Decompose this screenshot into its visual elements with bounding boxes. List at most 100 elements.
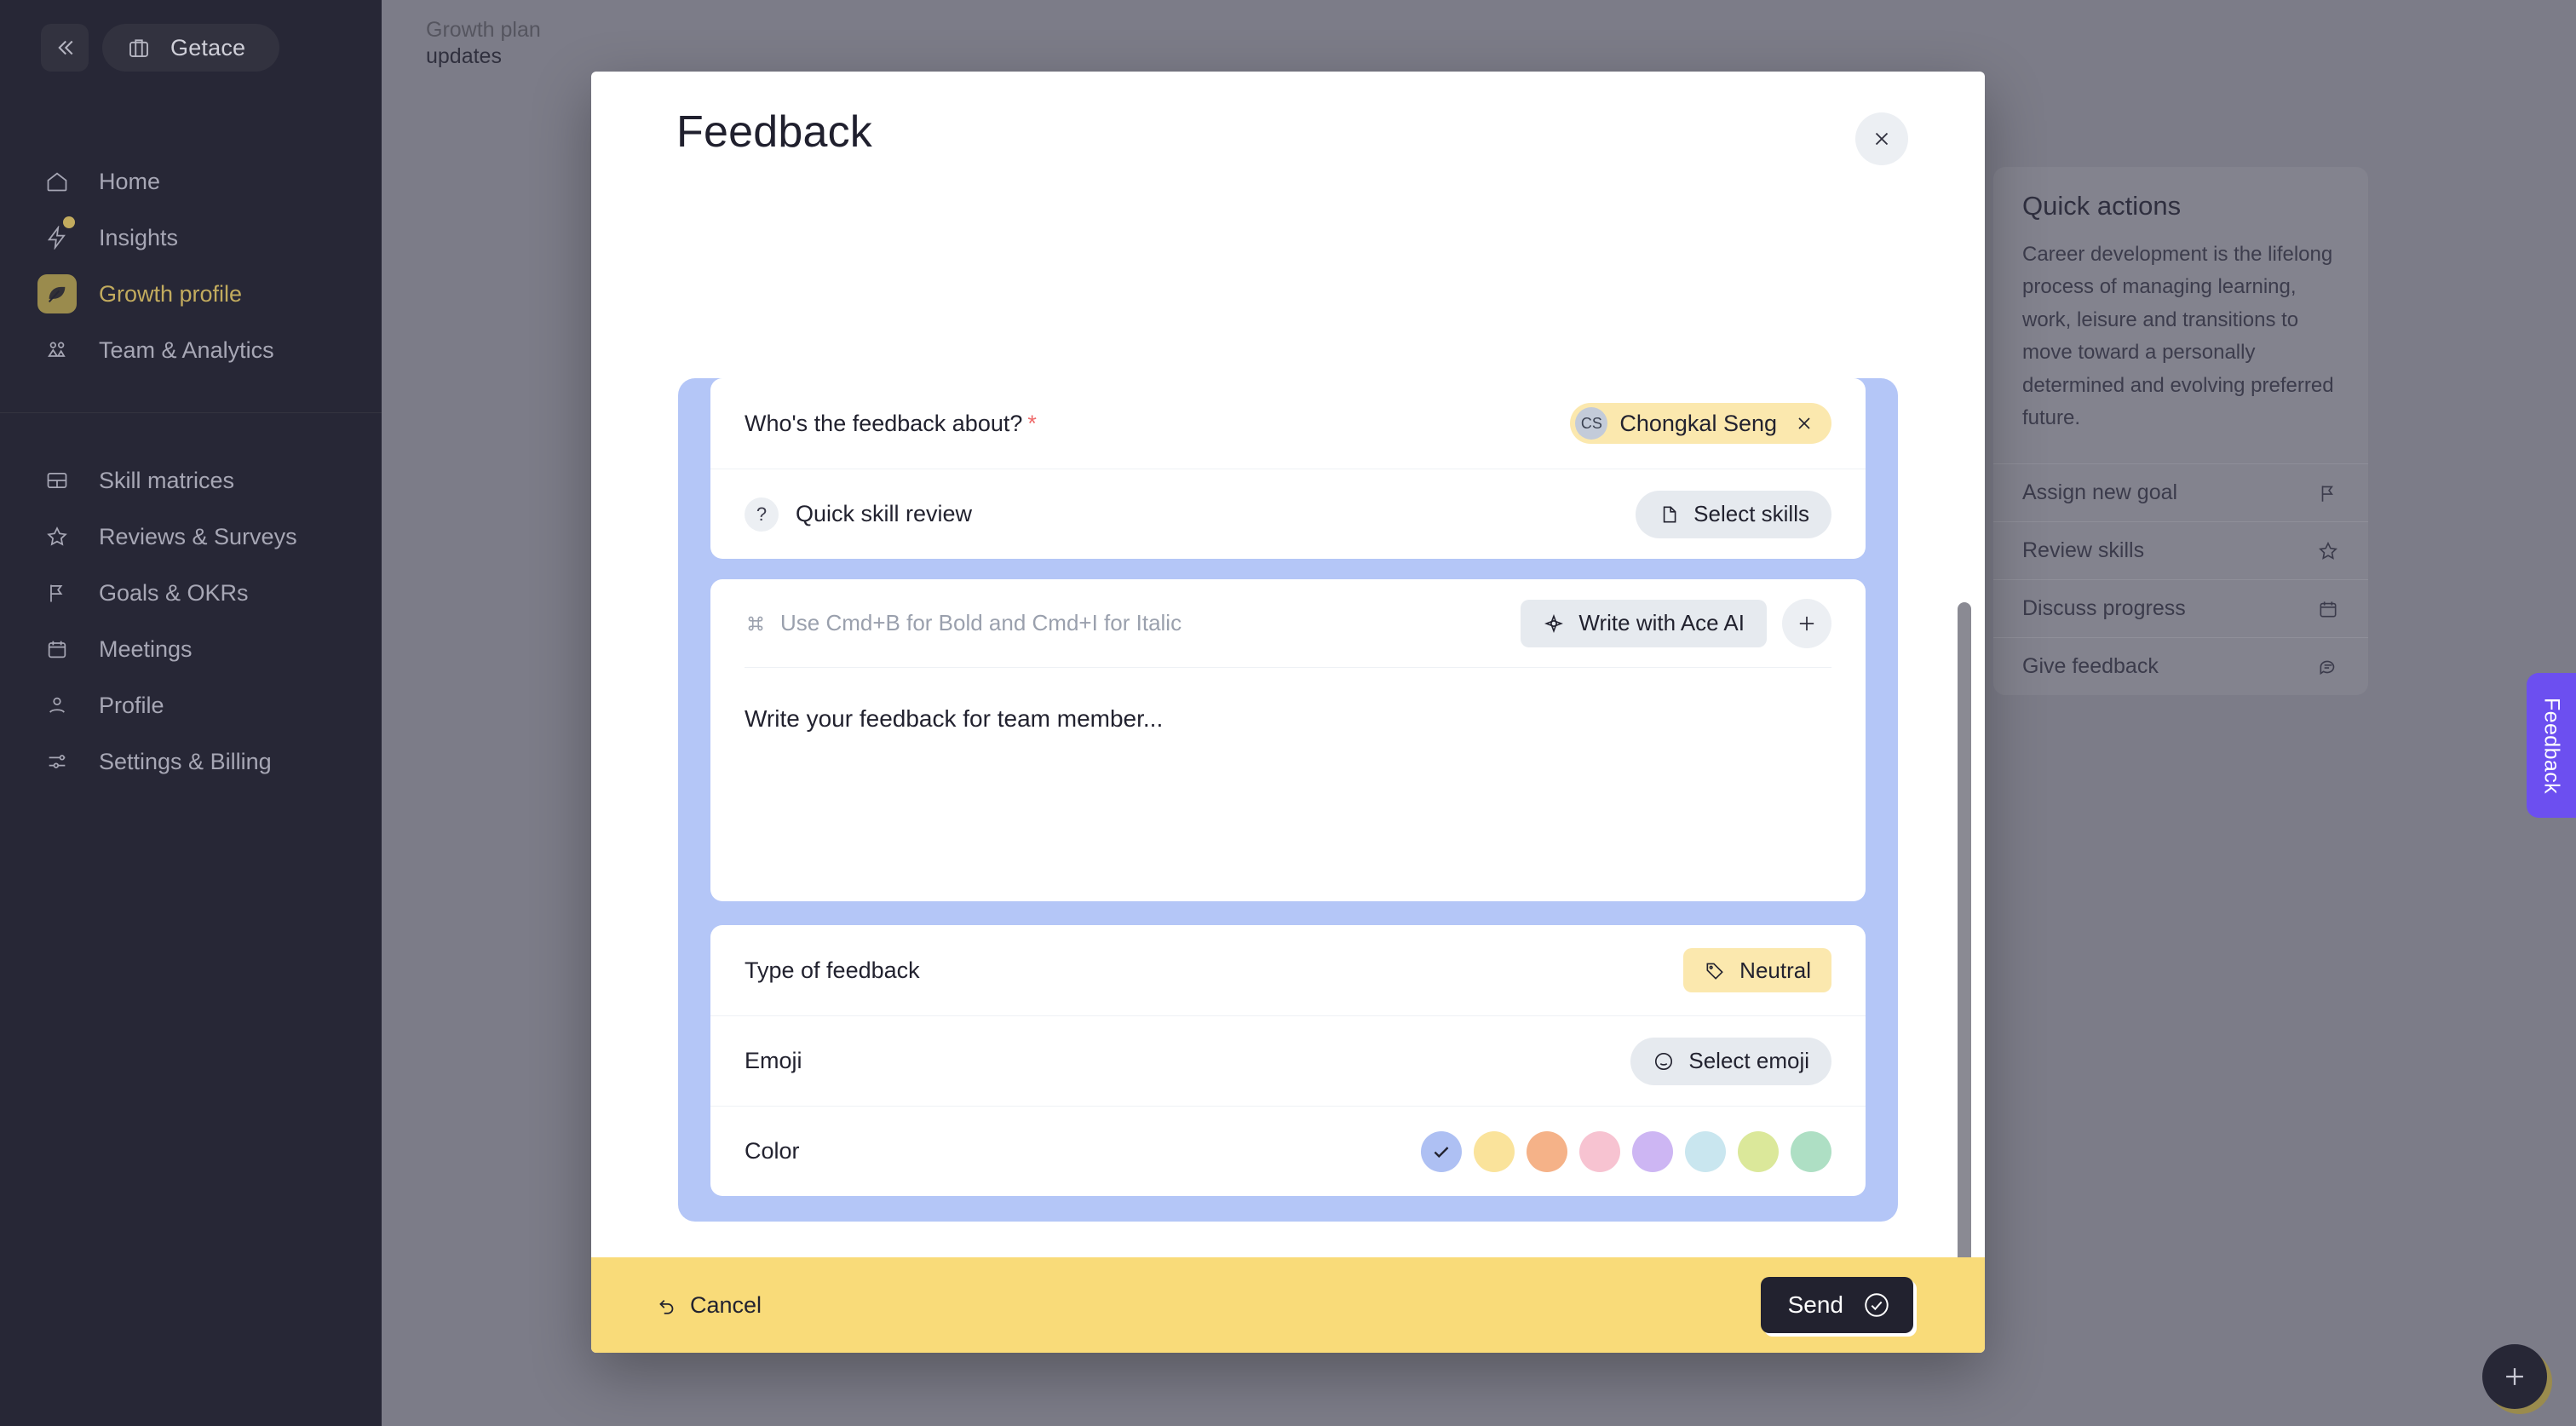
sidebar-item-goals-okrs[interactable]: Goals & OKRs: [0, 565, 382, 621]
modal-scrollbar[interactable]: [1958, 602, 1971, 1257]
sidebar-collapse-button[interactable]: [41, 24, 89, 72]
sidebar-secondary-nav: Skill matrices Reviews & Surveys Goals &…: [0, 452, 382, 790]
sidebar-item-label: Growth profile: [99, 280, 243, 307]
check-icon: [1430, 1141, 1452, 1163]
quick-action-discuss-progress[interactable]: Discuss progress: [1993, 579, 2368, 637]
sidebar-divider: [0, 412, 382, 413]
cancel-button[interactable]: Cancel: [656, 1292, 762, 1319]
sidebar-item-meetings[interactable]: Meetings: [0, 621, 382, 677]
color-swatch-0[interactable]: [1421, 1130, 1462, 1172]
chevrons-left-icon: [52, 35, 78, 60]
write-with-ai-button[interactable]: Write with Ace AI: [1521, 599, 1767, 647]
modal-title: Feedback: [676, 107, 872, 157]
floating-add-button[interactable]: [2482, 1344, 2547, 1409]
sliders-icon: [37, 742, 77, 781]
sidebar-item-label: Reviews & Surveys: [99, 523, 297, 549]
quick-skill-review-row: ? Quick skill review Select skills: [710, 469, 1866, 559]
feedback-text-input[interactable]: Write your feedback for team member...: [745, 668, 1831, 733]
star-icon: [37, 517, 77, 556]
smiley-icon: [1653, 1050, 1675, 1072]
quick-skill-review-label-group: ? Quick skill review: [745, 497, 972, 532]
feedback-meta-card: Type of feedback Neutral Emoji Select em…: [710, 925, 1866, 1196]
color-row: Color: [710, 1106, 1866, 1196]
sidebar-item-team-analytics[interactable]: Team & Analytics: [0, 322, 382, 378]
remove-person-icon[interactable]: [1794, 413, 1814, 434]
type-of-feedback-text: Neutral: [1739, 957, 1811, 983]
editor-toolbar: Use Cmd+B for Bold and Cmd+I for Italic …: [745, 579, 1831, 668]
editor-hint-text: Use Cmd+B for Bold and Cmd+I for Italic: [780, 610, 1182, 635]
brand-button[interactable]: Getace: [102, 24, 280, 72]
layout-icon: [37, 461, 77, 500]
modal-footer: Cancel Send: [591, 1257, 1985, 1353]
quick-action-label: Review skills: [2022, 538, 2145, 563]
quick-actions-description: Career development is the lifelong proce…: [2022, 243, 2334, 429]
flag-icon: [2317, 482, 2339, 504]
feedback-side-tab-label: Feedback: [2539, 697, 2564, 794]
select-emoji-button[interactable]: Select emoji: [1630, 1037, 1831, 1085]
sidebar-item-profile[interactable]: Profile: [0, 677, 382, 733]
quick-action-review-skills[interactable]: Review skills: [1993, 521, 2368, 579]
brand-name: Getace: [170, 34, 246, 60]
color-swatch-4[interactable]: [1632, 1130, 1673, 1172]
plus-icon: [1795, 612, 1819, 635]
undo-icon: [656, 1294, 678, 1316]
select-skills-button[interactable]: Select skills: [1636, 490, 1831, 538]
color-swatch-1[interactable]: [1474, 1130, 1515, 1172]
modal-close-button[interactable]: [1855, 112, 1908, 165]
breadcrumb-line-1: Growth plan: [426, 18, 541, 42]
required-marker: *: [1027, 410, 1037, 436]
color-swatch-6[interactable]: [1738, 1130, 1779, 1172]
calendar-icon: [2317, 598, 2339, 620]
sidebar-item-label: Settings & Billing: [99, 748, 272, 774]
color-swatch-3[interactable]: [1579, 1130, 1620, 1172]
color-swatch-2[interactable]: [1527, 1130, 1567, 1172]
sidebar-primary-nav: Home Insights Growth profile Team & Anal…: [0, 153, 382, 378]
color-swatch-5[interactable]: [1685, 1130, 1726, 1172]
sidebar-item-label: Goals & OKRs: [99, 579, 249, 606]
selected-person-chip[interactable]: CS Chongkal Seng: [1570, 403, 1831, 444]
sidebar-item-label: Profile: [99, 692, 164, 718]
briefcase-icon: [126, 35, 152, 60]
notification-dot: [63, 216, 75, 228]
sidebar-item-settings-billing[interactable]: Settings & Billing: [0, 733, 382, 790]
message-icon: [2317, 656, 2339, 678]
cancel-label: Cancel: [690, 1291, 762, 1318]
sidebar-item-label: Home: [99, 168, 161, 194]
leaf-icon: [37, 274, 77, 313]
editor-shortcut-hint: Use Cmd+B for Bold and Cmd+I for Italic: [745, 610, 1182, 636]
sidebar-item-label: Insights: [99, 224, 179, 250]
emoji-label: Emoji: [745, 1048, 802, 1073]
quick-actions-title: Quick actions: [2022, 191, 2182, 221]
sidebar-header: Getace: [0, 0, 382, 72]
feedback-modal: Feedback Who's the feedback about?* CS: [591, 72, 1985, 1353]
user-icon: [37, 686, 77, 725]
sidebar-item-home[interactable]: Home: [0, 153, 382, 210]
row-label-text: Who's the feedback about?: [745, 410, 1023, 436]
left-sidebar: Getace Home Insights Growth profile Team…: [0, 0, 382, 1426]
quick-action-give-feedback[interactable]: Give feedback: [1993, 637, 2368, 695]
sparkle-icon: [1543, 612, 1565, 635]
sidebar-item-skill-matrices[interactable]: Skill matrices: [0, 452, 382, 509]
modal-header: Feedback: [591, 72, 1985, 193]
type-of-feedback-row: Type of feedback Neutral: [710, 925, 1866, 1015]
feedback-side-tab[interactable]: Feedback: [2527, 673, 2576, 818]
sidebar-item-reviews-surveys[interactable]: Reviews & Surveys: [0, 509, 382, 565]
tag-icon: [1704, 959, 1726, 981]
who-is-feedback-about-label: Who's the feedback about? *: [745, 411, 1037, 437]
quick-action-assign-new-goal[interactable]: Assign new goal: [1993, 463, 2368, 521]
plus-icon: [2500, 1362, 2529, 1391]
users-icon: [37, 331, 77, 370]
sidebar-item-insights[interactable]: Insights: [0, 210, 382, 266]
recipient-card: Who's the feedback about? * CS Chongkal S…: [710, 378, 1866, 559]
sidebar-item-label: Team & Analytics: [99, 336, 274, 363]
who-is-feedback-about-row: Who's the feedback about? * CS Chongkal S…: [710, 378, 1866, 469]
feedback-editor-card: Use Cmd+B for Bold and Cmd+I for Italic …: [710, 579, 1866, 901]
type-of-feedback-value[interactable]: Neutral: [1683, 948, 1831, 992]
emoji-row: Emoji Select emoji: [710, 1015, 1866, 1106]
sidebar-item-label: Skill matrices: [99, 467, 235, 493]
sidebar-item-growth-profile[interactable]: Growth profile: [0, 266, 382, 322]
send-button[interactable]: Send: [1760, 1277, 1913, 1333]
editor-toolbar-actions: Write with Ace AI: [1521, 598, 1831, 648]
editor-add-button[interactable]: [1782, 598, 1831, 648]
color-swatch-7[interactable]: [1791, 1130, 1831, 1172]
